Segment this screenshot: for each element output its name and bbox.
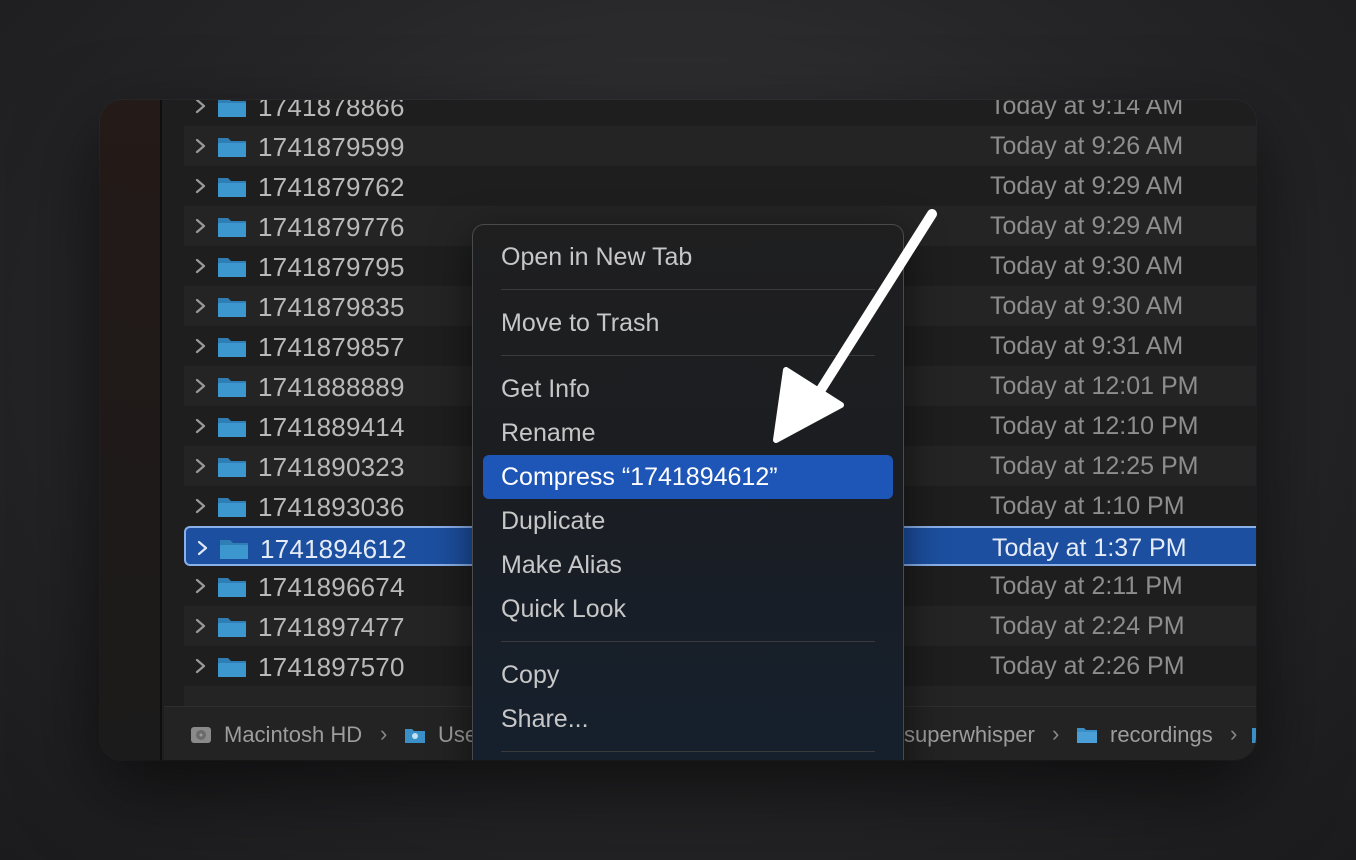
file-name: 1741897570 [258,652,405,682]
table-row[interactable]: 1741879599 Today at 9:26 AM [184,126,1256,166]
file-name: 1741890323 [258,452,405,482]
file-name: 1741879762 [258,172,405,202]
folder-icon [1252,728,1256,743]
folder-icon [218,218,246,237]
disclosure-chevron-icon[interactable] [194,457,208,475]
file-name: 1741879835 [258,292,405,322]
folder-icon [218,100,246,117]
folder-icon [220,540,248,559]
disclosure-chevron-icon[interactable] [194,377,208,395]
folder-icon [1077,728,1097,743]
file-name: 1741879599 [258,132,405,162]
folder-icon [218,138,246,157]
date-modified: Today at 9:26 AM [990,132,1184,160]
date-modified: Today at 2:11 PM [990,572,1183,600]
folder-icon [218,578,246,597]
table-row[interactable]: 1741878866 Today at 9:14 AM [184,100,1256,126]
disclosure-chevron-icon[interactable] [194,177,208,195]
date-modified: Today at 9:14 AM [990,100,1184,120]
table-row[interactable]: 1741896674 Today at 2:11 PM [184,566,1256,606]
date-modified: Today at 9:30 AM [990,252,1184,280]
file-name: 1741896674 [258,572,405,602]
disclosure-chevron-icon[interactable] [194,217,208,235]
hard-disk-icon [191,727,211,743]
table-row[interactable]: 1741889414 Today at 12:10 PM [184,406,1256,446]
table-row[interactable]: 1741888889 Today at 12:01 PM [184,366,1256,406]
table-row[interactable]: 1741890323 Today at 12:25 PM [184,446,1256,486]
disclosure-chevron-icon[interactable] [194,257,208,275]
file-name: 1741894612 [260,534,407,564]
file-name: 1741888889 [258,372,405,402]
chevron-right-icon: › [1230,721,1238,746]
path-bar: Macintosh HD › Use superwhisper › record… [164,706,1256,760]
file-name: 1741879776 [258,212,405,242]
date-modified: Today at 9:30 AM [990,292,1184,320]
date-modified: Today at 9:31 AM [990,332,1184,360]
folder-icon [218,178,246,197]
file-name: 1741879795 [258,252,405,282]
user-folder-icon [405,729,425,743]
folder-icon [218,498,246,517]
path-item-disk[interactable]: Macintosh HD [224,722,362,748]
date-modified: Today at 2:26 PM [990,652,1185,680]
folder-icon [218,298,246,317]
date-modified: Today at 2:24 PM [990,612,1185,640]
chevron-right-icon: › [380,721,388,746]
path-item-users[interactable]: Use [438,722,477,748]
table-row[interactable]: 1741879795 Today at 9:30 AM [184,246,1256,286]
folder-icon [218,378,246,397]
table-row[interactable]: 1741879857 Today at 9:31 AM [184,326,1256,366]
file-list: 1741878866 Today at 9:14 AM 1741879599 Toda… [164,100,1256,706]
sidebar [100,100,162,760]
file-name: 1741879857 [258,332,405,362]
disclosure-chevron-icon[interactable] [194,100,208,115]
disclosure-chevron-icon[interactable] [194,337,208,355]
path-item-superwhisper[interactable]: superwhisper [904,722,1035,748]
file-name: 1741893036 [258,492,405,522]
file-name: 1741889414 [258,412,405,442]
folder-icon [218,618,246,637]
date-modified: Today at 12:01 PM [990,372,1199,400]
disclosure-chevron-icon[interactable] [194,137,208,155]
date-modified: Today at 12:25 PM [990,452,1199,480]
disclosure-chevron-icon[interactable] [194,657,208,675]
disclosure-chevron-icon[interactable] [194,297,208,315]
date-modified: Today at 9:29 AM [990,172,1184,200]
folder-icon [218,458,246,477]
folder-icon [218,658,246,677]
disclosure-chevron-icon[interactable] [194,577,208,595]
date-modified: Today at 1:10 PM [990,492,1185,520]
chevron-right-icon: › [1052,721,1060,746]
table-row[interactable]: 1741897570 Today at 2:26 PM [184,646,1256,686]
finder-window: 1741878866 Today at 9:14 AM 1741879599 Toda… [100,100,1256,760]
disclosure-chevron-icon[interactable] [194,417,208,435]
disclosure-chevron-icon[interactable] [196,539,210,557]
folder-icon [218,418,246,437]
path-item-recordings[interactable]: recordings [1110,722,1213,748]
table-row[interactable]: 1741897477 Today at 2:24 PM [184,606,1256,646]
folder-icon [218,338,246,357]
table-row[interactable]: 1741893036 Today at 1:10 PM [184,486,1256,526]
table-row[interactable]: 1741879835 Today at 9:30 AM [184,286,1256,326]
file-name: 1741878866 [258,100,405,122]
table-row[interactable]: 1741879776 Today at 9:29 AM [184,206,1256,246]
table-row[interactable]: 1741879762 Today at 9:29 AM [184,166,1256,206]
file-name: 1741897477 [258,612,405,642]
date-modified: Today at 12:10 PM [990,412,1199,440]
date-modified: Today at 9:29 AM [990,212,1184,240]
date-modified: Today at 1:37 PM [992,534,1187,562]
folder-icon [218,258,246,277]
empty-row [184,686,1256,706]
table-row[interactable]: 1741894612 Today at 1:37 PM [184,526,1256,566]
disclosure-chevron-icon[interactable] [194,497,208,515]
disclosure-chevron-icon[interactable] [194,617,208,635]
